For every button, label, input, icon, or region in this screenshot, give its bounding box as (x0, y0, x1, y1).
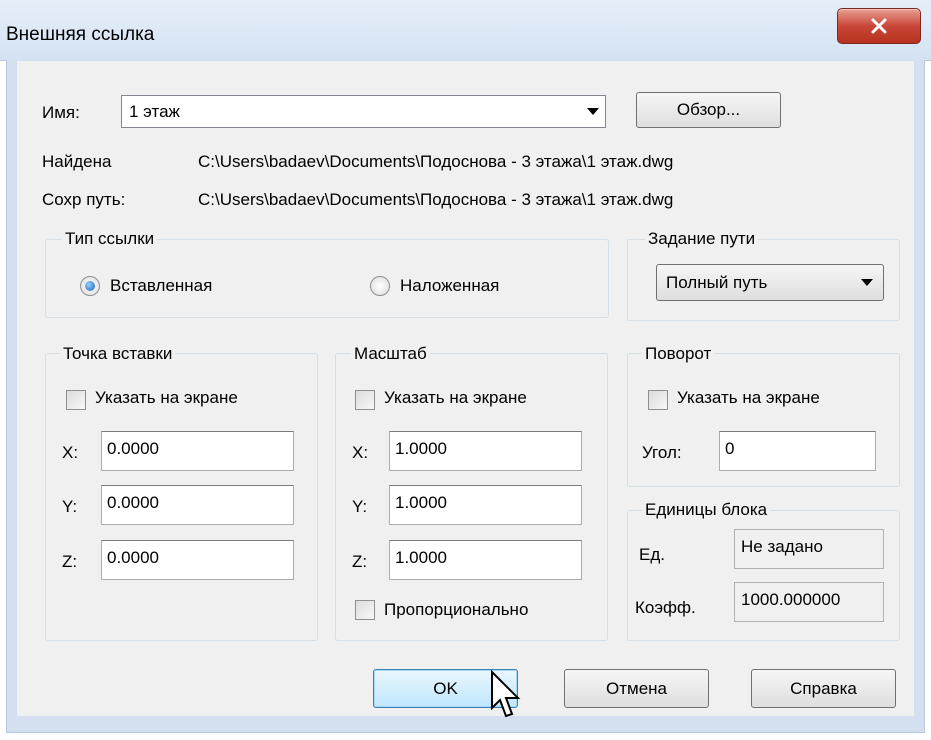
factor-field: 1000.000000 (734, 582, 884, 622)
scale-y-input[interactable]: 1.0000 (389, 485, 582, 525)
insertion-x-label: X: (62, 443, 79, 462)
insertion-z-value: 0.0000 (107, 548, 159, 567)
scale-specify-label: Указать на экране (384, 388, 527, 407)
insertion-x-value: 0.0000 (107, 439, 159, 458)
name-label: Имя: (42, 103, 80, 122)
found-path: C:\Users\badaev\Documents\Подоснова - 3 … (198, 152, 674, 171)
window-title: Внешняя ссылка (6, 24, 155, 45)
factor-label: Коэфф. (635, 598, 696, 617)
uniform-scale-checkbox[interactable] (355, 600, 375, 620)
cancel-button[interactable]: Отмена (564, 669, 709, 708)
path-type-title: Задание пути (645, 229, 759, 249)
insertion-title: Точка вставки (60, 344, 176, 364)
chevron-down-icon (861, 279, 873, 286)
chevron-down-icon (587, 108, 599, 115)
scale-x-label: X: (352, 443, 369, 462)
radio-attached[interactable] (80, 276, 100, 296)
link-type-title: Тип ссылки (62, 229, 158, 249)
insertion-y-label: Y: (62, 497, 78, 516)
help-button[interactable]: Справка (751, 669, 896, 708)
scale-y-value: 1.0000 (395, 493, 447, 512)
browse-button[interactable]: Обзор... (636, 92, 781, 128)
angle-value: 0 (725, 439, 735, 458)
insertion-specify-checkbox[interactable] (66, 390, 86, 410)
scale-z-label: Z: (352, 552, 368, 571)
saved-path-label: Сохр путь: (42, 190, 126, 209)
unit-label: Ед. (639, 545, 665, 564)
rotation-specify-label: Указать на экране (677, 388, 820, 407)
found-label: Найдена (42, 152, 112, 171)
scale-z-value: 1.0000 (395, 548, 447, 567)
insertion-y-input[interactable]: 0.0000 (101, 485, 294, 525)
close-button[interactable] (837, 8, 921, 44)
close-icon (871, 18, 887, 34)
angle-label: Угол: (642, 443, 682, 462)
scale-x-value: 1.0000 (395, 439, 447, 458)
path-type-value: Полный путь (666, 273, 768, 292)
insertion-z-input[interactable]: 0.0000 (101, 540, 294, 580)
radio-overlay[interactable] (370, 276, 390, 296)
radio-overlay-label: Наложенная (400, 276, 500, 295)
insertion-x-input[interactable]: 0.0000 (101, 431, 294, 471)
scale-y-label: Y: (352, 497, 368, 516)
name-combobox[interactable]: 1 этаж (121, 95, 606, 128)
saved-path: C:\Users\badaev\Documents\Подоснова - 3 … (198, 190, 674, 209)
insertion-z-label: Z: (62, 552, 78, 571)
scale-specify-checkbox[interactable] (355, 390, 375, 410)
insertion-y-value: 0.0000 (107, 493, 159, 512)
factor-value: 1000.000000 (741, 590, 841, 609)
angle-input[interactable]: 0 (719, 431, 876, 471)
insertion-specify-label: Указать на экране (95, 388, 238, 407)
scale-x-input[interactable]: 1.0000 (389, 431, 582, 471)
uniform-scale-label: Пропорционально (384, 600, 529, 619)
unit-value: Не задано (741, 537, 823, 556)
block-units-title: Единицы блока (642, 500, 771, 520)
radio-attached-label: Вставленная (110, 276, 213, 295)
name-value: 1 этаж (129, 102, 180, 121)
path-type-select[interactable]: Полный путь (656, 264, 884, 301)
unit-field: Не задано (734, 529, 884, 569)
scale-title: Масштаб (351, 344, 430, 364)
rotation-specify-checkbox[interactable] (648, 390, 668, 410)
rotation-title: Поворот (642, 344, 715, 364)
scale-z-input[interactable]: 1.0000 (389, 540, 582, 580)
mouse-cursor-icon (491, 670, 521, 718)
